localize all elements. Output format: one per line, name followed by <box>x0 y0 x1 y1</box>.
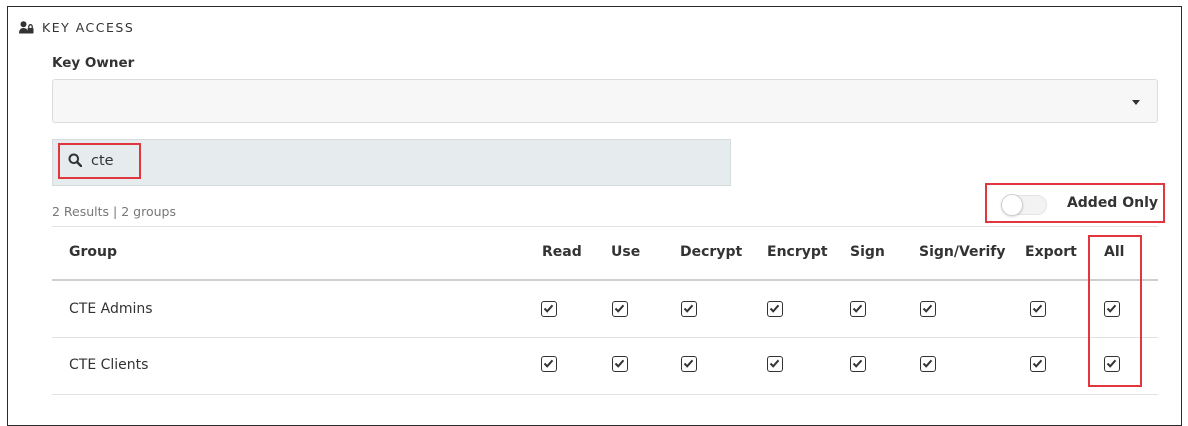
checkbox-decrypt[interactable] <box>681 301 697 317</box>
checkbox-encrypt[interactable] <box>767 356 783 372</box>
col-header-use: Use <box>611 244 641 260</box>
col-header-read: Read <box>542 244 582 260</box>
table-header-divider <box>52 279 1158 281</box>
col-header-sign-verify: Sign/Verify <box>919 244 1006 260</box>
col-header-encrypt: Encrypt <box>767 244 828 260</box>
all-column-highlight <box>1088 235 1142 387</box>
toggle-knob[interactable] <box>1001 194 1023 216</box>
table-top-divider <box>52 226 1158 227</box>
checkbox-sign-verify[interactable] <box>920 356 936 372</box>
results-summary: 2 Results | 2 groups <box>52 204 176 219</box>
group-search-field[interactable] <box>52 139 731 186</box>
added-only-toggle[interactable] <box>1001 194 1047 216</box>
checkbox-decrypt[interactable] <box>681 356 697 372</box>
search-icon <box>68 152 83 171</box>
table-row-group-name: CTE Clients <box>69 357 149 373</box>
added-only-highlight: Added Only <box>985 183 1165 223</box>
col-header-group: Group <box>69 244 118 260</box>
key-owner-label: Key Owner <box>52 55 135 71</box>
col-header-sign: Sign <box>850 244 885 260</box>
key-owner-select[interactable] <box>52 79 1158 123</box>
added-only-label: Added Only <box>1066 195 1158 211</box>
col-header-export: Export <box>1025 244 1077 260</box>
caret-down-icon[interactable] <box>1132 100 1140 105</box>
user-lock-icon <box>19 20 34 34</box>
row-divider <box>52 337 1158 338</box>
checkbox-encrypt[interactable] <box>767 301 783 317</box>
search-input[interactable]: cte <box>91 153 114 169</box>
table-row-group-name: CTE Admins <box>69 301 153 317</box>
checkbox-sign-verify[interactable] <box>920 301 936 317</box>
checkbox-read[interactable] <box>541 301 557 317</box>
section-title: KEY ACCESS <box>42 19 135 35</box>
checkbox-sign[interactable] <box>850 301 866 317</box>
checkbox-export[interactable] <box>1030 301 1046 317</box>
col-header-decrypt: Decrypt <box>680 244 743 260</box>
checkbox-export[interactable] <box>1030 356 1046 372</box>
checkbox-sign[interactable] <box>850 356 866 372</box>
checkbox-read[interactable] <box>541 356 557 372</box>
section-header: KEY ACCESS <box>19 18 134 36</box>
search-highlight[interactable]: cte <box>58 143 141 179</box>
row-divider <box>52 394 1158 395</box>
checkbox-use[interactable] <box>612 301 628 317</box>
checkbox-use[interactable] <box>612 356 628 372</box>
